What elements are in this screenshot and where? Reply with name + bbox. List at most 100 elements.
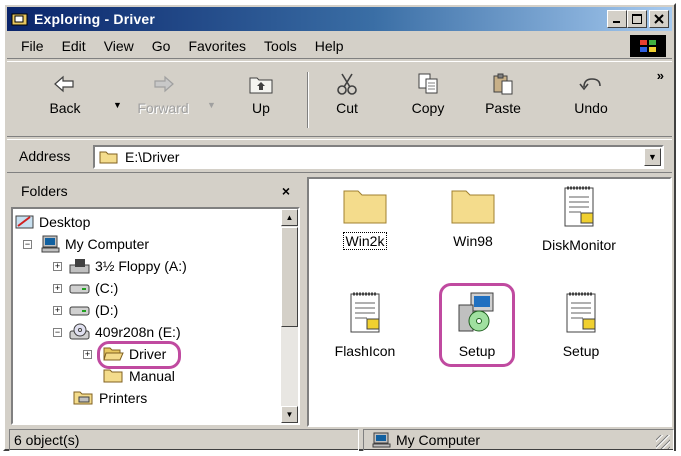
tree-expander-c-drive[interactable]: +: [53, 284, 62, 293]
status-bar: 6 object(s) My Computer: [7, 429, 674, 451]
close-icon: [654, 14, 664, 24]
folders-pane: Folders × Desktop − My Computer + 3½ Flo…: [11, 177, 300, 427]
minimize-icon: [613, 21, 620, 23]
tree-expander-my-computer[interactable]: −: [23, 240, 32, 249]
drive-icon: [69, 306, 90, 316]
scroll-thumb[interactable]: [281, 227, 298, 327]
file-list-pane: Win2k Win98 DiskMonitor FlashIcon Setup …: [307, 177, 672, 427]
undo-label: Undo: [574, 100, 608, 116]
file-item-win98[interactable]: Win98: [423, 185, 523, 249]
menu-help[interactable]: Help: [306, 38, 353, 54]
file-label-setup-text: Setup: [562, 343, 600, 359]
standard-toolbar: Back ▼ Forward ▼ Up Cut Copy Paste Undo …: [7, 61, 672, 137]
forward-label: Forward: [137, 100, 189, 116]
chevron-down-icon: ▼: [285, 410, 294, 419]
computer-icon: [372, 432, 391, 448]
menu-go[interactable]: Go: [143, 38, 180, 54]
up-label: Up: [252, 100, 270, 116]
folders-header: Folders: [21, 183, 68, 199]
cut-label: Cut: [336, 100, 358, 116]
folder-icon: [451, 190, 495, 224]
undo-button[interactable]: Undo: [561, 72, 621, 116]
up-button[interactable]: Up: [231, 72, 291, 116]
tree-item-driver[interactable]: Driver: [103, 343, 166, 365]
copy-icon: [418, 73, 438, 94]
tree-item-manual[interactable]: Manual: [103, 365, 175, 387]
menu-bar: File Edit View Go Favorites Tools Help: [7, 33, 672, 59]
address-bar: Address E:\Driver ▼: [7, 139, 672, 173]
forward-arrow-icon: [154, 75, 174, 93]
printer-icon: [73, 391, 93, 405]
file-label-win98: Win98: [453, 233, 493, 249]
window-title: Exploring - Driver: [34, 11, 156, 27]
address-value: E:\Driver: [125, 149, 180, 165]
tree-item-floppy[interactable]: 3½ Floppy (A:): [69, 255, 187, 277]
address-dropdown-button[interactable]: ▼: [644, 148, 661, 166]
file-item-setup-installer[interactable]: Setup: [427, 291, 527, 359]
folder-tree: Desktop − My Computer + 3½ Floppy (A:) +: [11, 207, 300, 425]
forward-dropdown-icon[interactable]: ▼: [207, 100, 216, 110]
paste-label: Paste: [485, 100, 521, 116]
file-item-flashicon[interactable]: FlashIcon: [315, 291, 415, 359]
back-button[interactable]: Back: [35, 72, 95, 116]
back-arrow-icon: [54, 75, 74, 93]
copy-label: Copy: [411, 100, 445, 116]
status-object-count: 6 object(s): [9, 429, 359, 451]
file-label-win2k: Win2k: [342, 232, 388, 250]
tree-item-desktop[interactable]: Desktop: [15, 211, 90, 233]
setup-installer-icon: [458, 292, 494, 332]
back-dropdown-icon[interactable]: ▼: [113, 100, 122, 110]
file-item-win2k[interactable]: Win2k: [315, 185, 415, 250]
folders-close-button[interactable]: ×: [282, 183, 290, 199]
copy-button[interactable]: Copy: [398, 72, 458, 116]
tree-expander-driver[interactable]: +: [83, 350, 92, 359]
notepad-icon: [564, 186, 594, 227]
explorer-app-icon: [11, 13, 28, 26]
file-label-setup-installer: Setup: [458, 343, 496, 359]
forward-button[interactable]: Forward: [133, 72, 193, 116]
tree-item-d-drive[interactable]: (D:): [69, 299, 118, 321]
address-label: Address: [19, 148, 71, 164]
notepad-icon: [566, 292, 596, 333]
resize-grip-icon[interactable]: [656, 435, 670, 449]
tree-expander-floppy[interactable]: +: [53, 262, 62, 271]
menu-favorites[interactable]: Favorites: [179, 38, 255, 54]
notepad-icon: [350, 292, 380, 333]
status-location: My Computer: [363, 429, 674, 451]
chevron-up-icon: ▲: [285, 213, 294, 222]
file-item-setup-text[interactable]: Setup: [531, 291, 631, 359]
chevron-down-icon: ▼: [648, 152, 657, 162]
minimize-button[interactable]: [607, 10, 627, 28]
close-button[interactable]: [649, 10, 669, 28]
folder-tree-scrollbar[interactable]: ▲ ▼: [281, 209, 298, 423]
scroll-up-button[interactable]: ▲: [281, 209, 298, 226]
paste-button[interactable]: Paste: [473, 72, 533, 116]
scroll-down-button[interactable]: ▼: [281, 406, 298, 423]
menu-tools[interactable]: Tools: [255, 38, 306, 54]
maximize-icon: [632, 14, 642, 24]
open-folder-icon: [103, 347, 124, 361]
folder-icon: [99, 151, 118, 164]
tree-item-c-drive[interactable]: (C:): [69, 277, 118, 299]
undo-icon: [579, 78, 601, 91]
tree-item-my-computer[interactable]: My Computer: [41, 233, 149, 255]
toolbar-separator: [307, 72, 309, 128]
toolbar-more-chevron[interactable]: »: [657, 68, 664, 83]
menu-view[interactable]: View: [95, 38, 143, 54]
tree-item-e-drive[interactable]: 409r208n (E:): [69, 321, 181, 343]
address-input[interactable]: E:\Driver ▼: [93, 145, 664, 169]
cd-drive-icon: [69, 323, 90, 340]
up-folder-icon: [249, 77, 273, 94]
tree-expander-d-drive[interactable]: +: [53, 306, 62, 315]
menu-edit[interactable]: Edit: [53, 38, 95, 54]
tree-expander-e-drive[interactable]: −: [53, 328, 62, 337]
file-item-diskmonitor[interactable]: DiskMonitor: [529, 185, 629, 253]
drive-icon: [69, 284, 90, 294]
tree-item-printers[interactable]: Printers: [73, 387, 147, 409]
scissors-icon: [337, 73, 357, 95]
cut-button[interactable]: Cut: [317, 72, 377, 116]
back-label: Back: [49, 100, 81, 116]
menu-file[interactable]: File: [7, 38, 53, 54]
title-bar[interactable]: Exploring - Driver: [7, 7, 672, 31]
maximize-button[interactable]: [627, 10, 647, 28]
